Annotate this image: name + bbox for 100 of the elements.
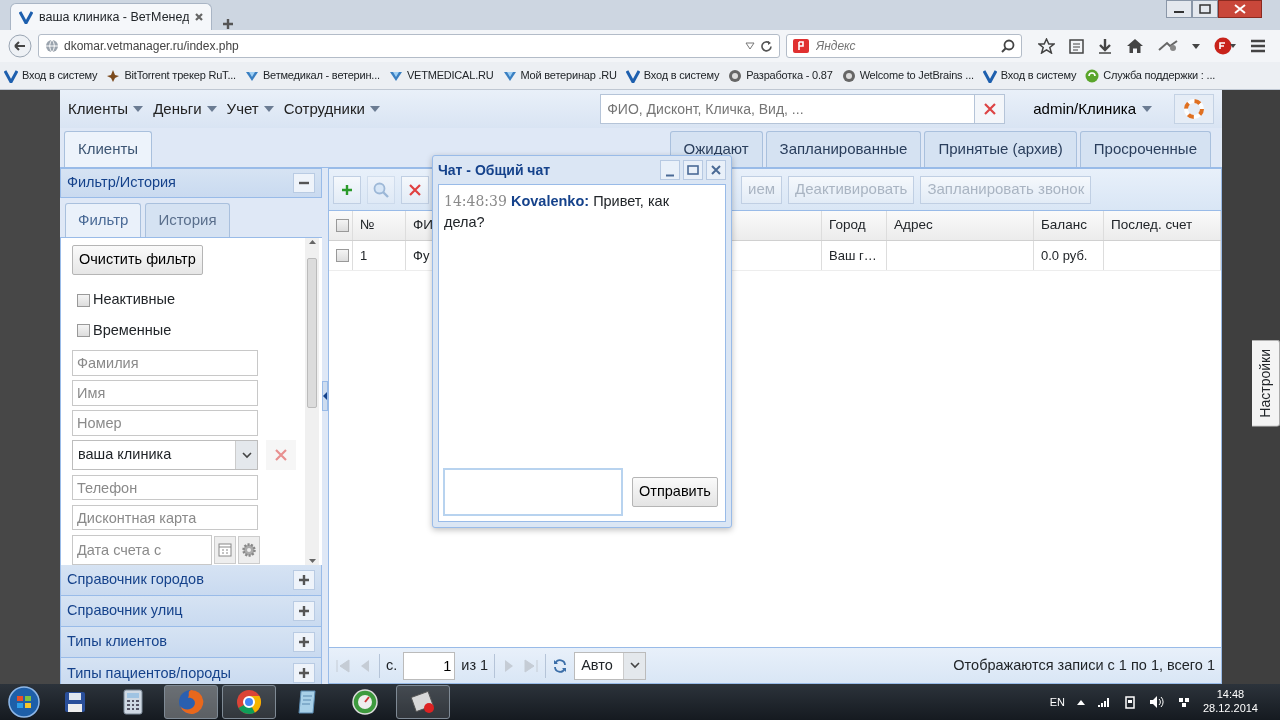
bookmark[interactable]: Вход в систему: [982, 67, 1077, 84]
column-header[interactable]: Послед. счет: [1104, 211, 1221, 240]
search-field[interactable]: ФИО, Дисконт, Кличка, Вид, ...: [600, 94, 976, 124]
send-button[interactable]: Отправить: [632, 477, 718, 507]
tab[interactable]: Клиенты: [64, 131, 153, 167]
bookmark[interactable]: Welcome to JetBrains ...: [841, 67, 974, 84]
expand-button[interactable]: [293, 632, 315, 652]
table-cell: Ваш г…: [822, 241, 887, 270]
input-field[interactable]: Имя: [72, 380, 258, 406]
page-field[interactable]: 1: [403, 651, 456, 680]
settings-tab[interactable]: Настройки: [1252, 340, 1280, 427]
select-field[interactable]: ваша клиника: [72, 440, 258, 471]
panel-title: Справочник улиц: [67, 601, 183, 621]
collapse-handle[interactable]: [322, 381, 328, 411]
search-box[interactable]: Яндекс: [786, 34, 1022, 58]
address-field[interactable]: dkomar.vetmanager.ru/index.php: [38, 34, 780, 58]
bookmark[interactable]: BitTorrent трекер RuT...: [106, 67, 236, 84]
browser-tab[interactable]: ваша клиника - ВетМенед: [10, 3, 213, 30]
restore-icon[interactable]: [1192, 0, 1218, 18]
input-field[interactable]: Фамилия: [72, 350, 258, 376]
tab[interactable]: История: [145, 203, 230, 237]
expand-button[interactable]: [293, 570, 315, 590]
bookmark[interactable]: Служба поддержки : ...: [1085, 67, 1216, 84]
menu-item[interactable]: Клиенты: [68, 97, 144, 121]
scroll-down-icon[interactable]: [308, 559, 316, 563]
menu-item[interactable]: Деньги: [153, 97, 217, 121]
volume-icon[interactable]: [1148, 695, 1165, 709]
back-icon[interactable]: [8, 34, 32, 58]
plus-icon: [341, 183, 353, 196]
input-field[interactable]: Телефон: [72, 474, 258, 501]
refresh-icon[interactable]: [552, 658, 569, 673]
language-indicator[interactable]: EN: [1049, 693, 1065, 711]
column-header[interactable]: Баланс: [1034, 211, 1104, 240]
column-header[interactable]: Город: [822, 211, 887, 240]
home-icon[interactable]: [1126, 38, 1144, 54]
battery-icon[interactable]: [1122, 695, 1137, 709]
expand-button[interactable]: [293, 601, 315, 621]
message-field[interactable]: [443, 468, 623, 516]
tab[interactable]: Фильтр: [65, 203, 142, 237]
caret-icon: [263, 106, 274, 112]
taskbar-app[interactable]: [396, 685, 450, 719]
bookmark[interactable]: Разработка - 0.87: [728, 67, 833, 84]
download-icon[interactable]: [1098, 38, 1112, 54]
bookmark[interactable]: Ветмедикал - ветерин...: [244, 67, 380, 84]
star-icon[interactable]: [1038, 38, 1055, 54]
signal-icon[interactable]: [1096, 696, 1111, 708]
checkbox[interactable]: [77, 324, 90, 338]
close-icon[interactable]: [1218, 0, 1262, 18]
reload-icon[interactable]: [760, 39, 773, 53]
user-menu[interactable]: admin/Клиника: [1027, 96, 1158, 122]
tab[interactable]: Запланированные: [765, 131, 922, 167]
bookmark[interactable]: VETMEDICAL.RU: [388, 67, 494, 84]
taskbar-app[interactable]: [222, 685, 276, 719]
checkbox[interactable]: [77, 293, 90, 307]
search-icon[interactable]: [1001, 39, 1015, 53]
collapse-button[interactable]: [293, 173, 315, 193]
clear-filter-button[interactable]: Очистить фильтр: [72, 245, 203, 275]
delete-button[interactable]: [401, 175, 429, 204]
expand-button[interactable]: [293, 663, 315, 683]
round-logo-icon: [236, 689, 262, 715]
page-size-select[interactable]: Авто: [574, 651, 647, 680]
bookmark[interactable]: Вход в систему: [4, 67, 98, 84]
sync-icon[interactable]: [1176, 695, 1191, 709]
tab[interactable]: Просроченные: [1079, 131, 1211, 167]
tray-expand-icon[interactable]: [1076, 699, 1085, 705]
panel-title: Фильтр/История: [67, 173, 176, 193]
column-header[interactable]: №: [353, 211, 406, 240]
add-button[interactable]: [333, 175, 361, 204]
maximize-button[interactable]: [683, 160, 703, 180]
tab[interactable]: Принятые (архив): [924, 131, 1077, 167]
checkbox[interactable]: [336, 249, 349, 262]
plus-icon: [298, 636, 310, 648]
search-field[interactable]: Яндекс: [814, 36, 996, 56]
globe-icon: [45, 39, 59, 53]
input-field[interactable]: Дисконтная карта: [72, 504, 258, 531]
menu-icon[interactable]: [1250, 39, 1266, 53]
scroll-up-icon[interactable]: [308, 240, 316, 244]
page-count: из 1: [461, 655, 489, 675]
minimize-icon[interactable]: [1166, 0, 1192, 18]
menu-item[interactable]: Учет: [226, 97, 274, 121]
input-field[interactable]: Номер: [72, 410, 258, 436]
caret-icon: [206, 106, 217, 112]
clock[interactable]: 14:48 28.12.2014: [1202, 688, 1258, 716]
help-button[interactable]: [1174, 94, 1214, 124]
dropdown-icon[interactable]: [745, 42, 755, 50]
date-field[interactable]: Дата счета с: [72, 535, 212, 565]
checkbox[interactable]: [336, 219, 349, 232]
menu-item[interactable]: Сотрудники: [283, 97, 380, 121]
settings-button[interactable]: [238, 536, 260, 564]
bookmark[interactable]: Мой ветеринар .RU: [502, 67, 617, 84]
close-icon: [711, 165, 721, 175]
caret-icon[interactable]: [1192, 43, 1200, 49]
bookmark[interactable]: Вход в систему: [625, 67, 720, 84]
clear-button[interactable]: [975, 94, 1006, 124]
column-header[interactable]: Адрес: [887, 211, 1034, 240]
clipboard-icon[interactable]: [1069, 38, 1084, 54]
adblock-icon[interactable]: [1214, 37, 1236, 55]
extension-icon[interactable]: [1158, 40, 1178, 52]
close-button[interactable]: [706, 160, 726, 180]
logo-icon: [625, 68, 640, 83]
